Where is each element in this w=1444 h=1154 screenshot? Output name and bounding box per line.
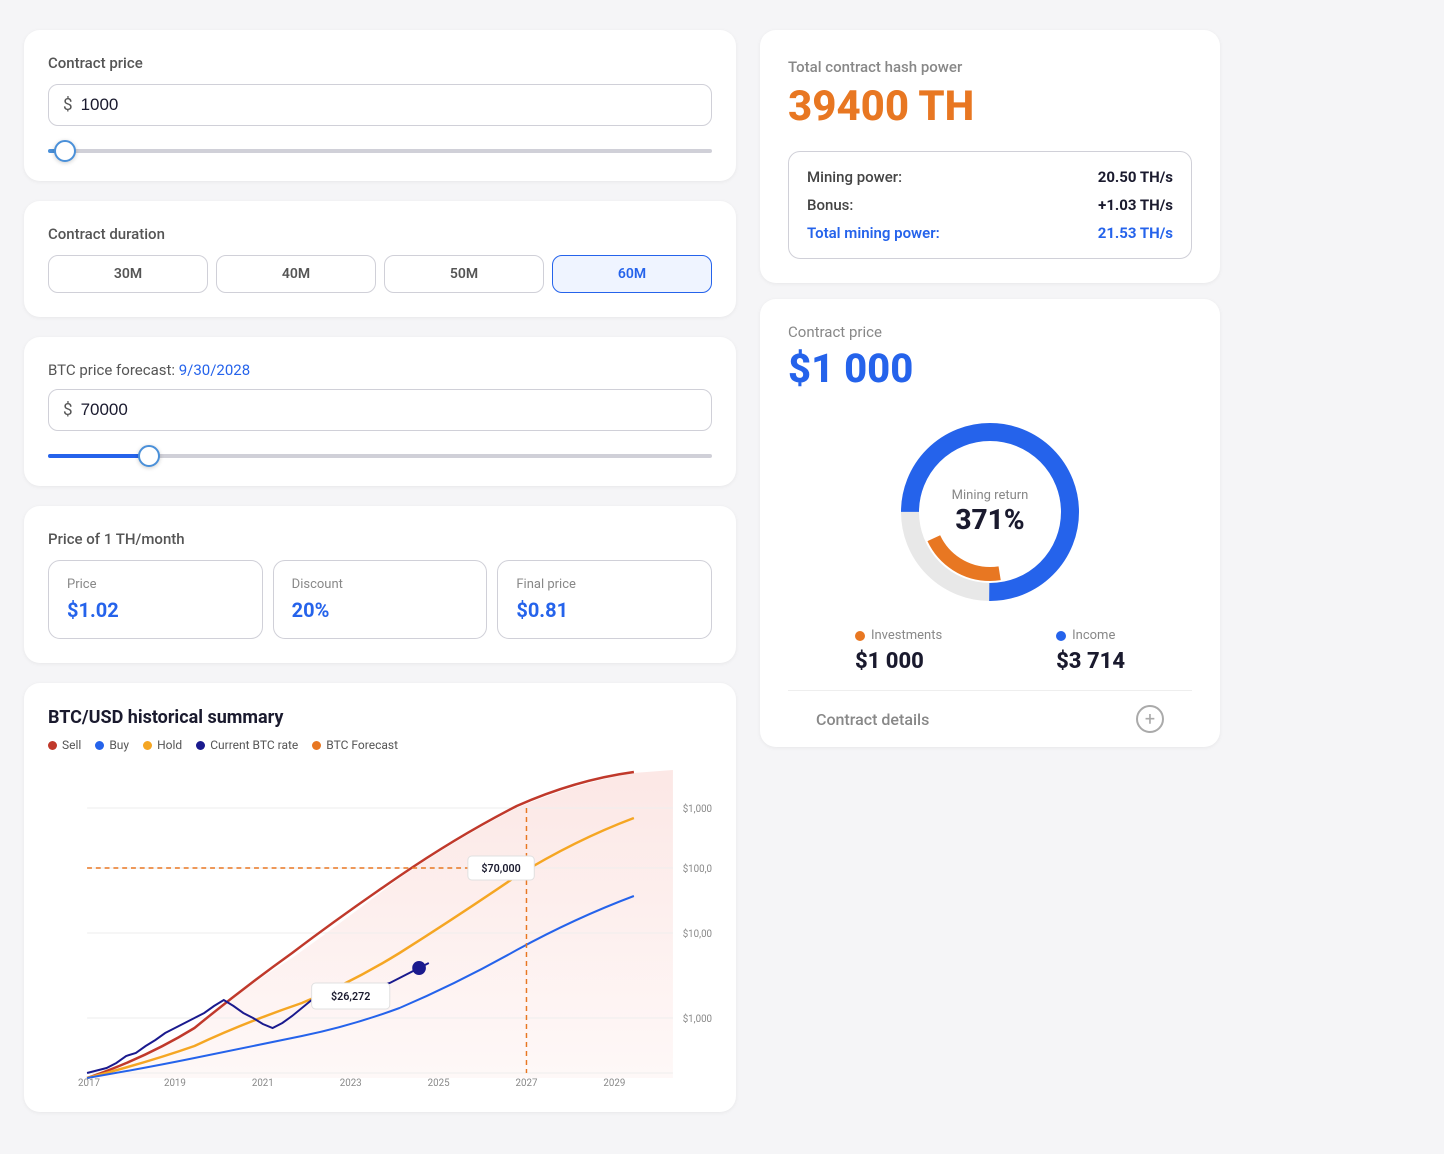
- btc-price-slider[interactable]: [48, 454, 712, 458]
- legend-hold: Hold: [143, 738, 182, 752]
- donut-area: Mining return 371%: [788, 412, 1192, 612]
- legend-current-btc: Current BTC rate: [196, 738, 298, 752]
- chart-area: $1,000,000 $100,000 $10,000 $1,000: [48, 768, 712, 1088]
- dollar-sign: $: [63, 95, 73, 115]
- investments-legend: Investments $1 000: [855, 628, 942, 674]
- legend-hold-label: Hold: [157, 738, 182, 752]
- btc-price-slider-container: [48, 443, 712, 462]
- btc-forecast-label: BTC price forecast: 9/30/2028: [48, 361, 712, 379]
- hold-dot: [143, 741, 152, 750]
- x-label-2021: 2021: [252, 1078, 274, 1088]
- legend-btc-forecast-label: BTC Forecast: [326, 738, 398, 752]
- contract-price-card: Contract price $1 000 Mining return 371%: [760, 299, 1220, 747]
- price-card-discount-value: 20%: [292, 598, 469, 622]
- total-mining-row: Total mining power: 21.53 TH/s: [807, 224, 1173, 242]
- donut-center-value: 371%: [952, 503, 1029, 536]
- x-label-2027: 2027: [516, 1078, 538, 1088]
- tab-40m[interactable]: 40M: [216, 255, 376, 293]
- btc-dollar-sign: $: [63, 400, 73, 420]
- total-mining-value: 21.53 TH/s: [1098, 224, 1173, 242]
- y-label-1: $1,000,000: [683, 804, 712, 815]
- price-card-discount-label: Discount: [292, 577, 469, 592]
- income-dot: [1056, 631, 1066, 641]
- donut-center-label: Mining return: [952, 488, 1029, 503]
- chart-title: BTC/USD historical summary: [48, 707, 712, 728]
- duration-tabs: 30M 40M 50M 60M: [48, 255, 712, 293]
- contract-price-label: Contract price: [48, 54, 712, 72]
- y-label-4: $1,000: [683, 1014, 712, 1025]
- hash-power-title: Total contract hash power: [788, 58, 1192, 76]
- cp-value: $1 000: [788, 345, 1192, 392]
- price-card-price-value: $1.02: [67, 598, 244, 622]
- price-card-price: Price $1.02: [48, 560, 263, 639]
- y-label-3: $10,000: [683, 929, 712, 940]
- th-month-label: Price of 1 TH/month: [48, 530, 712, 548]
- contract-price-slider-container: [48, 138, 712, 157]
- income-legend: Income $3 714: [1056, 628, 1125, 674]
- investments-value: $1 000: [855, 649, 942, 674]
- current-btc-dot: [196, 741, 205, 750]
- return-legend: Investments $1 000 Income $3 714: [788, 628, 1192, 690]
- hash-details: Mining power: 20.50 TH/s Bonus: +1.03 TH…: [788, 151, 1192, 259]
- price-grid: Price $1.02 Discount 20% Final price $0.…: [48, 560, 712, 639]
- btc-forecast-dot: [312, 741, 321, 750]
- mining-power-label: Mining power:: [807, 168, 902, 186]
- sell-dot: [48, 741, 57, 750]
- buy-dot: [95, 741, 104, 750]
- price-card-discount: Discount 20%: [273, 560, 488, 639]
- mining-power-row: Mining power: 20.50 TH/s: [807, 168, 1173, 186]
- x-label-2025: 2025: [428, 1078, 450, 1088]
- income-value: $3 714: [1056, 649, 1125, 674]
- sell-area-fill: [87, 770, 673, 1078]
- income-header: Income: [1056, 628, 1125, 643]
- annotation-forecast-text: $70,000: [481, 862, 520, 875]
- annotation-current-text: $26,272: [331, 990, 370, 1003]
- investments-label: Investments: [871, 628, 942, 643]
- hash-power-value: 39400 TH: [788, 82, 1192, 131]
- donut-wrapper: Mining return 371%: [890, 412, 1090, 612]
- legend-buy: Buy: [95, 738, 129, 752]
- x-label-2029: 2029: [603, 1078, 625, 1088]
- income-label: Income: [1072, 628, 1115, 643]
- price-card-final: Final price $0.81: [497, 560, 712, 639]
- donut-center: Mining return 371%: [952, 488, 1029, 536]
- tab-30m[interactable]: 30M: [48, 255, 208, 293]
- x-label-2017: 2017: [78, 1078, 100, 1088]
- contract-price-slider[interactable]: [48, 149, 712, 153]
- price-card-final-value: $0.81: [516, 598, 693, 622]
- investments-dot: [855, 631, 865, 641]
- bonus-row: Bonus: +1.03 TH/s: [807, 196, 1173, 214]
- btc-price-input-wrapper: $: [48, 389, 712, 431]
- contract-price-input-wrapper: $: [48, 84, 712, 126]
- price-card-price-label: Price: [67, 577, 244, 592]
- x-label-2019: 2019: [164, 1078, 186, 1088]
- contract-duration-label: Contract duration: [48, 225, 712, 243]
- contract-details-text: Contract details: [816, 710, 929, 729]
- tab-50m[interactable]: 50M: [384, 255, 544, 293]
- bonus-label: Bonus:: [807, 196, 853, 214]
- y-label-2: $100,000: [683, 864, 712, 875]
- current-btc-dot-point: [412, 961, 426, 975]
- legend-current-btc-label: Current BTC rate: [210, 738, 298, 752]
- legend-btc-forecast: BTC Forecast: [312, 738, 398, 752]
- plus-circle-icon[interactable]: +: [1136, 705, 1164, 733]
- btc-forecast-date[interactable]: 9/30/2028: [179, 361, 250, 379]
- mining-power-value: 20.50 TH/s: [1098, 168, 1173, 186]
- investments-header: Investments: [855, 628, 942, 643]
- price-card-final-label: Final price: [516, 577, 693, 592]
- contract-price-input[interactable]: [81, 95, 697, 115]
- btc-price-input[interactable]: [81, 400, 697, 420]
- cp-label: Contract price: [788, 323, 1192, 341]
- total-mining-label: Total mining power:: [807, 224, 940, 242]
- legend-sell: Sell: [48, 738, 81, 752]
- chart-svg: $1,000,000 $100,000 $10,000 $1,000: [48, 768, 712, 1088]
- x-label-2023: 2023: [340, 1078, 362, 1088]
- bonus-value: +1.03 TH/s: [1098, 196, 1173, 214]
- hash-power-card: Total contract hash power 39400 TH Minin…: [760, 30, 1220, 283]
- contract-details-row[interactable]: Contract details +: [788, 690, 1192, 747]
- legend-sell-label: Sell: [62, 738, 81, 752]
- tab-60m[interactable]: 60M: [552, 255, 712, 293]
- chart-legend: Sell Buy Hold Current BTC rate BTC Forec…: [48, 738, 712, 752]
- legend-buy-label: Buy: [109, 738, 129, 752]
